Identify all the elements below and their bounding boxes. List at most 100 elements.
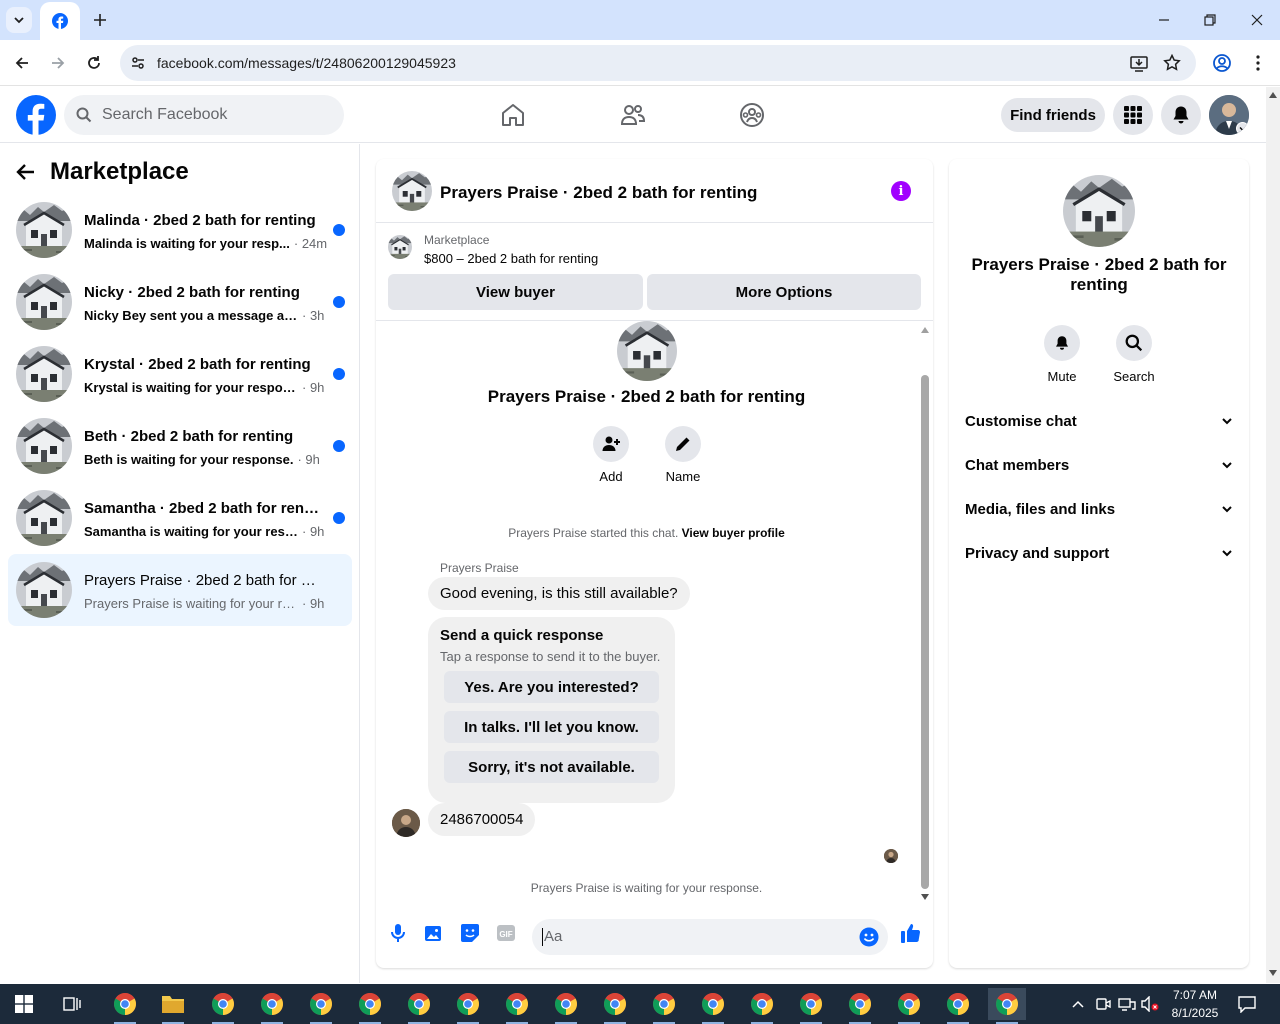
quick-response-yes[interactable]: Yes. Are you interested? [444,671,659,703]
chrome-taskbar-button[interactable] [645,988,683,1024]
chrome-taskbar-button[interactable] [302,988,340,1024]
friends-nav-button[interactable] [617,99,649,131]
chrome-taskbar-button[interactable] [498,988,536,1024]
close-window-button[interactable] [1234,0,1280,40]
message-input[interactable]: Aa [532,919,888,955]
chat-members-section[interactable]: Chat members [965,447,1233,483]
chrome-taskbar-button[interactable] [106,988,144,1024]
info-icon[interactable]: i [891,181,911,201]
chrome-taskbar-button[interactable] [596,988,634,1024]
conversation-item[interactable]: Prayers Praise · 2bed 2 bath for re... Pr… [8,554,352,626]
taskbar-clock[interactable]: 7:07 AM 8/1/2025 [1160,986,1230,1022]
facebook-search-input[interactable]: Search Facebook [64,95,344,135]
account-avatar-button[interactable] [1209,95,1249,135]
start-button[interactable] [4,988,44,1020]
conversation-item[interactable]: Nicky · 2bed 2 bath for renting Nicky Bey… [8,266,352,338]
chrome-taskbar-button[interactable] [204,988,242,1024]
section-label: Privacy and support [965,544,1110,562]
install-app-icon[interactable] [1130,54,1148,72]
notifications-button[interactable] [1161,95,1201,135]
chrome-taskbar-button[interactable] [400,988,438,1024]
page-scrollbar[interactable] [1266,87,1280,983]
send-like-button[interactable] [899,921,923,945]
clock-time: 7:07 AM [1172,988,1218,1002]
scroll-down-arrow-icon[interactable] [921,894,929,900]
message-bubble[interactable]: 2486700054 [428,803,536,836]
chat-scroll-thumb[interactable] [921,375,929,889]
name-chat-button[interactable]: Name [657,426,709,484]
volume-muted-icon[interactable] [1141,996,1159,1012]
chrome-taskbar-button[interactable] [694,988,732,1024]
browser-toolbar: facebook.com/messages/t/2480620012904592… [0,40,1280,86]
scroll-up-arrow-icon[interactable] [921,327,929,333]
conversation-item[interactable]: Samantha · 2bed 2 bath for renti... Saman… [8,482,352,554]
conversation-item[interactable]: Malinda · 2bed 2 bath for renting Malinda… [8,194,352,266]
attach-media-button[interactable] [422,921,446,945]
conversation-item[interactable]: Beth · 2bed 2 bath for renting Beth is wa… [8,410,352,482]
find-friends-button[interactable]: Find friends [1001,98,1105,132]
tab-search-button[interactable] [6,7,32,33]
view-buyer-profile-link[interactable]: View buyer profile [682,526,785,540]
scroll-up-arrow-icon[interactable] [1269,92,1277,98]
chrome-taskbar-button[interactable] [547,988,585,1024]
privacy-support-section[interactable]: Privacy and support [965,535,1233,571]
view-buyer-button[interactable]: View buyer [388,274,643,310]
chat-title[interactable]: Prayers Praise · 2bed 2 bath for renting [440,183,757,203]
mute-button[interactable]: Mute [1032,325,1092,384]
home-nav-button[interactable] [497,99,529,131]
emoji-icon[interactable] [859,927,879,947]
chrome-taskbar-button[interactable] [449,988,487,1024]
network-icon[interactable] [1118,996,1136,1012]
search-in-chat-button[interactable]: Search [1104,325,1164,384]
voice-clip-button[interactable] [386,921,410,945]
task-view-button[interactable] [52,988,92,1020]
chevron-up-icon[interactable] [1071,997,1085,1011]
reload-button[interactable] [79,48,109,78]
chat-scrollbar[interactable] [917,321,933,900]
marketplace-header: Marketplace [16,156,189,188]
sender-avatar[interactable] [392,809,420,837]
facebook-logo[interactable] [16,95,56,135]
bookmark-star-icon[interactable] [1163,54,1181,72]
chrome-taskbar-button[interactable] [743,988,781,1024]
browser-menu-button[interactable] [1243,48,1273,78]
sticker-button[interactable] [458,921,482,945]
site-settings-icon[interactable] [130,55,146,71]
media-files-links-section[interactable]: Media, files and links [965,491,1233,527]
forward-button[interactable] [43,48,73,78]
listing-price-title[interactable]: $800 – 2bed 2 bath for renting [424,251,598,266]
conversation-item[interactable]: Krystal · 2bed 2 bath for renting Krystal… [8,338,352,410]
chrome-taskbar-button[interactable] [841,988,879,1024]
chrome-taskbar-button[interactable] [351,988,389,1024]
profile-button[interactable] [1207,48,1237,78]
chrome-taskbar-button[interactable] [253,988,291,1024]
chrome-taskbar-button[interactable] [792,988,830,1024]
chat-header-listing-thumbnail[interactable] [392,171,432,211]
minimize-button[interactable] [1141,0,1187,40]
listing-thumbnail[interactable] [388,235,412,259]
menu-button[interactable] [1113,95,1153,135]
new-tab-button[interactable] [88,8,112,32]
browser-tab-facebook[interactable] [40,2,80,40]
address-bar[interactable]: facebook.com/messages/t/2480620012904592… [120,45,1196,81]
message-bubble[interactable]: Good evening, is this still available? [428,577,690,610]
quick-response-in-talks[interactable]: In talks. I'll let you know. [444,711,659,743]
back-arrow-icon[interactable] [16,162,36,182]
add-people-button[interactable]: Add [585,426,637,484]
chrome-taskbar-button[interactable] [939,988,977,1024]
meet-now-icon[interactable] [1095,996,1111,1012]
scroll-down-arrow-icon[interactable] [1269,970,1277,976]
customise-chat-section[interactable]: Customise chat [965,403,1233,439]
gif-button[interactable]: GIF [494,921,518,945]
back-button[interactable] [7,48,37,78]
pencil-icon [676,437,690,451]
notification-center-icon[interactable] [1238,995,1256,1013]
details-listing-thumbnail[interactable] [1063,175,1135,247]
more-options-button[interactable]: More Options [647,274,921,310]
chrome-taskbar-button[interactable] [988,988,1026,1024]
chrome-taskbar-button[interactable] [890,988,928,1024]
restore-button[interactable] [1187,0,1233,40]
quick-response-not-available[interactable]: Sorry, it's not available. [444,751,659,783]
file-explorer-taskbar-button[interactable] [154,988,192,1024]
groups-nav-button[interactable] [736,99,768,131]
